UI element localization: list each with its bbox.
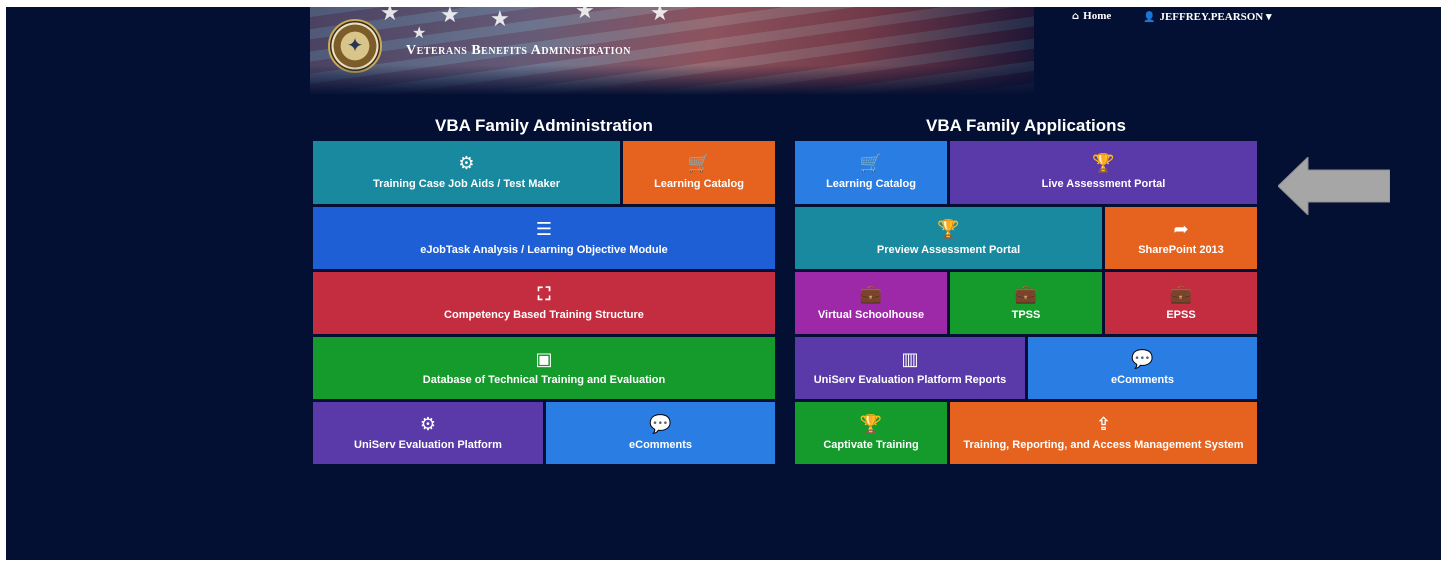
star-icon: ★ — [490, 7, 510, 32]
header-banner: ★ ★ ★ ★ ★ ★ ✦ Veterans Benefits Administ… — [310, 7, 1034, 95]
tile-preview-assessment-portal[interactable]: 🏆 Preview Assessment Portal — [795, 207, 1102, 269]
tile-database-technical-training[interactable]: ▣ Database of Technical Training and Eva… — [313, 337, 775, 399]
tile-label: eComments — [629, 438, 692, 451]
trophy-icon: 🏆 — [859, 413, 883, 435]
tile-ejobtask-analysis[interactable]: ☰ eJobTask Analysis / Learning Objective… — [313, 207, 775, 269]
tile-competency-based-training[interactable]: ⛶ Competency Based Training Structure — [313, 272, 775, 334]
tile-tpss[interactable]: 💼 TPSS — [950, 272, 1102, 334]
home-link[interactable]: ⌂ Home — [1072, 10, 1111, 22]
tile-ecomments-admin[interactable]: 💬 eComments — [546, 402, 775, 464]
bar-chart-icon: ▥ — [901, 348, 919, 370]
tile-label: Preview Assessment Portal — [876, 243, 1021, 256]
tile-label: Training Case Job Aids / Test Maker — [372, 178, 561, 190]
cart-icon: 🛒 — [687, 153, 711, 174]
tile-label: UniServ Evaluation Platform Reports — [813, 373, 1007, 386]
gears-icon: ⚙ — [458, 153, 475, 174]
tile-label: UniServ Evaluation Platform — [354, 438, 502, 451]
archive-icon: ▣ — [535, 348, 553, 370]
sitemap-icon: ⛶ — [537, 283, 551, 305]
tile-label: Live Assessment Portal — [1041, 178, 1166, 190]
callout-arrow-icon — [1278, 157, 1390, 215]
user-name: JEFFREY.PEARSON ▾ — [1159, 11, 1272, 23]
tile-learning-catalog-admin[interactable]: 🛒 Learning Catalog — [623, 141, 775, 204]
upload-icon: ⇪ — [1095, 413, 1112, 435]
star-icon: ★ — [440, 7, 460, 28]
star-icon: ★ — [650, 7, 670, 26]
tile-live-assessment-portal[interactable]: 🏆 Live Assessment Portal — [950, 141, 1257, 204]
cart-icon: 🛒 — [859, 153, 883, 174]
comment-icon: 💬 — [649, 413, 672, 435]
tile-label: eComments — [1111, 373, 1174, 386]
star-icon: ★ — [412, 23, 427, 42]
admin-section-title: VBA Family Administration — [435, 116, 653, 135]
tile-ecomments-apps[interactable]: 💬 eComments — [1028, 337, 1257, 399]
tile-training-reporting-access-mgmt[interactable]: ⇪ Training, Reporting, and Access Manage… — [950, 402, 1257, 464]
tile-label: Virtual Schoolhouse — [817, 308, 925, 321]
briefcase-icon: 💼 — [1169, 283, 1193, 305]
tile-uniserv-evaluation-platform[interactable]: ⚙ UniServ Evaluation Platform — [313, 402, 543, 464]
tile-label: SharePoint 2013 — [1138, 243, 1224, 256]
tile-label: Competency Based Training Structure — [444, 308, 644, 321]
org-title: Veterans Benefits Administration — [406, 43, 631, 58]
tile-label: Database of Technical Training and Evalu… — [422, 373, 666, 386]
apps-section-title: VBA Family Applications — [926, 116, 1126, 135]
tile-epss[interactable]: 💼 EPSS — [1105, 272, 1257, 334]
briefcase-icon: 💼 — [859, 283, 883, 305]
tile-label: TPSS — [1011, 308, 1041, 321]
tile-training-case-job-aids[interactable]: ⚙ Training Case Job Aids / Test Maker — [313, 141, 620, 204]
trophy-icon: 🏆 — [937, 218, 960, 240]
briefcase-icon: 💼 — [1014, 283, 1038, 305]
tile-captivate-training[interactable]: 🏆 Captivate Training — [795, 402, 947, 464]
home-label: Home — [1083, 10, 1112, 22]
tile-virtual-schoolhouse[interactable]: 💼 Virtual Schoolhouse — [795, 272, 947, 334]
eagle-icon: ✦ — [346, 33, 364, 57]
tile-label: EPSS — [1166, 308, 1196, 321]
star-icon: ★ — [575, 7, 595, 24]
tile-learning-catalog-apps[interactable]: 🛒 Learning Catalog — [795, 141, 947, 204]
tile-label: Training, Reporting, and Access Manageme… — [963, 438, 1244, 451]
tile-uniserv-platform-reports[interactable]: ▥ UniServ Evaluation Platform Reports — [795, 337, 1025, 399]
home-icon: ⌂ — [1072, 11, 1080, 22]
user-icon: 👤 — [1143, 12, 1156, 23]
comment-icon: 💬 — [1131, 348, 1154, 370]
gears-icon: ⚙ — [419, 413, 437, 435]
app-screen: ★ ★ ★ ★ ★ ★ ✦ Veterans Benefits Administ… — [6, 7, 1441, 560]
tile-sharepoint-2013[interactable]: ➦ SharePoint 2013 — [1105, 207, 1257, 269]
share-icon: ➦ — [1173, 218, 1189, 240]
banner-fade — [310, 65, 1034, 95]
server-icon: ☰ — [535, 218, 553, 240]
trophy-icon: 🏆 — [1092, 153, 1115, 174]
tile-label: Learning Catalog — [654, 178, 744, 190]
user-menu[interactable]: 👤 JEFFREY.PEARSON ▾ — [1143, 10, 1272, 23]
tile-label: eJobTask Analysis / Learning Objective M… — [420, 243, 668, 256]
tile-label: Captivate Training — [823, 438, 919, 451]
tile-label: Learning Catalog — [826, 178, 916, 190]
star-icon: ★ — [380, 7, 400, 26]
